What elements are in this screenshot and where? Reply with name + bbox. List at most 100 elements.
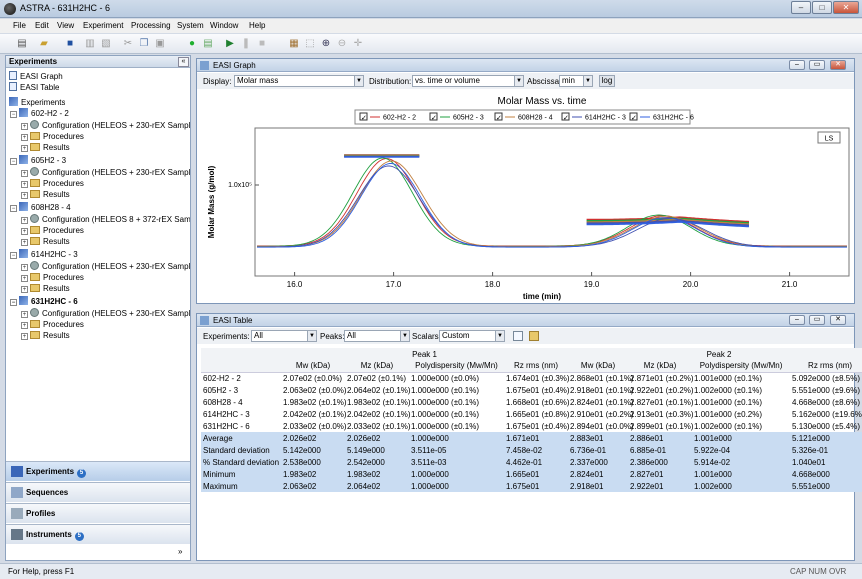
- tree-root-experiments[interactable]: Experiments: [9, 97, 65, 108]
- collapse-icon[interactable]: −: [10, 252, 17, 259]
- tree-procedures[interactable]: + Procedures: [21, 225, 190, 236]
- table-row[interactable]: 631H2HC - 6 2.033e02 (±0.0%) 2.033e02 (±0.…: [201, 420, 862, 432]
- table-row[interactable]: 605H2 - 3 2.063e02 (±0.0%) 2.064e02 (±0.1%…: [201, 384, 862, 396]
- peaks-filter-select[interactable]: All ▼: [344, 330, 410, 342]
- expand-icon[interactable]: +: [21, 239, 28, 246]
- nav-experiments[interactable]: Experiments 5: [6, 461, 190, 481]
- expand-icon[interactable]: +: [21, 134, 28, 141]
- tree-results[interactable]: + Results: [21, 330, 190, 341]
- table-row[interactable]: 602-H2 - 2 2.07e02 (±0.0%) 2.07e02 (±0.1%)…: [201, 372, 862, 384]
- expand-icon[interactable]: +: [21, 228, 28, 235]
- tree-experiment[interactable]: −602-H2 - 2: [10, 108, 190, 119]
- tree-results[interactable]: + Results: [21, 283, 190, 294]
- expand-icon[interactable]: +: [21, 170, 28, 177]
- tree-results[interactable]: + Results: [21, 189, 190, 200]
- tree-results[interactable]: + Results: [21, 142, 190, 153]
- new-table-icon[interactable]: [513, 331, 523, 341]
- tree-procedures[interactable]: + Procedures: [21, 319, 190, 330]
- tree-procedures[interactable]: + Procedures: [21, 131, 190, 142]
- open-icon[interactable]: ▰: [38, 38, 50, 50]
- nav-profiles[interactable]: Profiles: [6, 503, 190, 523]
- run-icon[interactable]: ▶: [224, 38, 236, 50]
- menu-processing[interactable]: Processing: [131, 21, 171, 30]
- expand-icon[interactable]: +: [21, 181, 28, 188]
- menu-system[interactable]: System: [177, 21, 204, 30]
- tree-experiment[interactable]: −614H2HC - 3: [10, 249, 190, 260]
- expand-icon[interactable]: +: [21, 311, 28, 318]
- stop-icon[interactable]: ■: [256, 38, 268, 50]
- tree-results[interactable]: + Results: [21, 236, 190, 247]
- configure-nav-button[interactable]: »: [178, 547, 182, 556]
- expand-icon[interactable]: +: [21, 192, 28, 199]
- view-easi-graph[interactable]: EASI Graph: [9, 71, 63, 82]
- table-close-button[interactable]: ✕: [830, 315, 846, 325]
- record-icon[interactable]: ●: [186, 38, 198, 50]
- tree-experiment[interactable]: −631H2HC - 6: [10, 296, 190, 307]
- column-header[interactable]: Mw (kDa): [281, 360, 345, 372]
- tree-configuration[interactable]: + Configuration (HELEOS + 230-rEX Sample: [21, 308, 190, 319]
- expand-icon[interactable]: +: [21, 264, 28, 271]
- paste-icon[interactable]: ▣: [154, 38, 166, 50]
- pause-icon[interactable]: ❚: [240, 38, 252, 50]
- expand-icon[interactable]: +: [21, 286, 28, 293]
- table-row[interactable]: 608H28 - 4 1.983e02 (±0.1%) 1.983e02 (±0.1…: [201, 396, 862, 408]
- expand-icon[interactable]: +: [21, 217, 28, 224]
- tree-experiment[interactable]: −605H2 - 3: [10, 155, 190, 166]
- properties-icon[interactable]: ▦: [288, 38, 300, 50]
- menu-edit[interactable]: Edit: [35, 21, 49, 30]
- display-select[interactable]: Molar mass ▼: [234, 75, 364, 87]
- column-header[interactable]: Mz (kDa): [345, 360, 409, 372]
- expand-icon[interactable]: +: [21, 275, 28, 282]
- minimize-button[interactable]: –: [791, 1, 811, 14]
- tree-procedures[interactable]: + Procedures: [21, 178, 190, 189]
- table-minimize-button[interactable]: –: [789, 315, 805, 325]
- menu-file[interactable]: File: [13, 21, 26, 30]
- nav-instruments[interactable]: Instruments 5: [6, 524, 190, 544]
- log-button[interactable]: log: [599, 75, 615, 87]
- tree-configuration[interactable]: + Configuration (HELEOS + 230-rEX Sample: [21, 167, 190, 178]
- stats-row[interactable]: Maximum 2.063e02 2.064e02 1.000e000 1.675e01…: [201, 480, 862, 492]
- column-header[interactable]: Mz (kDa): [628, 360, 692, 372]
- print-icon[interactable]: ▥: [84, 38, 96, 50]
- distribution-select[interactable]: vs. time or volume ▼: [412, 75, 524, 87]
- menu-help[interactable]: Help: [249, 21, 265, 30]
- collapse-icon[interactable]: −: [10, 299, 17, 306]
- edit-table-icon[interactable]: [529, 331, 539, 341]
- graph-minimize-button[interactable]: –: [789, 60, 805, 70]
- close-button[interactable]: ✕: [833, 1, 859, 14]
- zoom-in-icon[interactable]: ⊕: [320, 38, 332, 50]
- graph-restore-button[interactable]: ▭: [809, 60, 825, 70]
- nav-sequences[interactable]: Sequences: [6, 482, 190, 502]
- experiments-filter-select[interactable]: All ▼: [251, 330, 317, 342]
- tree-configuration[interactable]: + Configuration (HELEOS + 230-rEX Sample: [21, 261, 190, 272]
- expand-icon[interactable]: +: [21, 322, 28, 329]
- notes-icon[interactable]: ▤: [202, 38, 214, 50]
- expand-icon[interactable]: +: [21, 145, 28, 152]
- select-icon[interactable]: ⬚: [304, 38, 316, 50]
- expand-icon[interactable]: +: [21, 333, 28, 340]
- tree-experiment[interactable]: −608H28 - 4: [10, 202, 190, 213]
- cut-icon[interactable]: ✂: [122, 38, 134, 50]
- crosshair-icon[interactable]: ✛: [352, 38, 364, 50]
- menu-view[interactable]: View: [57, 21, 74, 30]
- scalars-filter-select[interactable]: Custom ▼: [439, 330, 505, 342]
- print-preview-icon[interactable]: ▧: [100, 38, 112, 50]
- column-header[interactable]: Polydispersity (Mw/Mn): [692, 360, 790, 372]
- copy-icon[interactable]: ❐: [138, 38, 150, 50]
- table-row[interactable]: 614H2HC - 3 2.042e02 (±0.1%) 2.042e02 (±0.…: [201, 408, 862, 420]
- stats-row[interactable]: Average 2.026e02 2.026e02 1.000e000 1.671e01…: [201, 432, 862, 444]
- zoom-out-icon[interactable]: ⊖: [336, 38, 348, 50]
- collapse-icon[interactable]: −: [10, 158, 17, 165]
- tree-configuration[interactable]: + Configuration (HELEOS + 230-rEX Sample: [21, 120, 190, 131]
- collapse-panel-button[interactable]: «: [178, 57, 189, 67]
- column-header[interactable]: Mw (kDa): [568, 360, 628, 372]
- new-icon[interactable]: ▤: [16, 38, 28, 50]
- collapse-icon[interactable]: −: [10, 111, 17, 118]
- menu-window[interactable]: Window: [210, 21, 238, 30]
- abscissa-select[interactable]: min ▼: [559, 75, 593, 87]
- maximize-button[interactable]: □: [812, 1, 832, 14]
- menu-experiment[interactable]: Experiment: [83, 21, 123, 30]
- save-icon[interactable]: ■: [64, 38, 76, 50]
- column-header[interactable]: Rz rms (nm): [790, 360, 862, 372]
- view-easi-table[interactable]: EASI Table: [9, 82, 59, 93]
